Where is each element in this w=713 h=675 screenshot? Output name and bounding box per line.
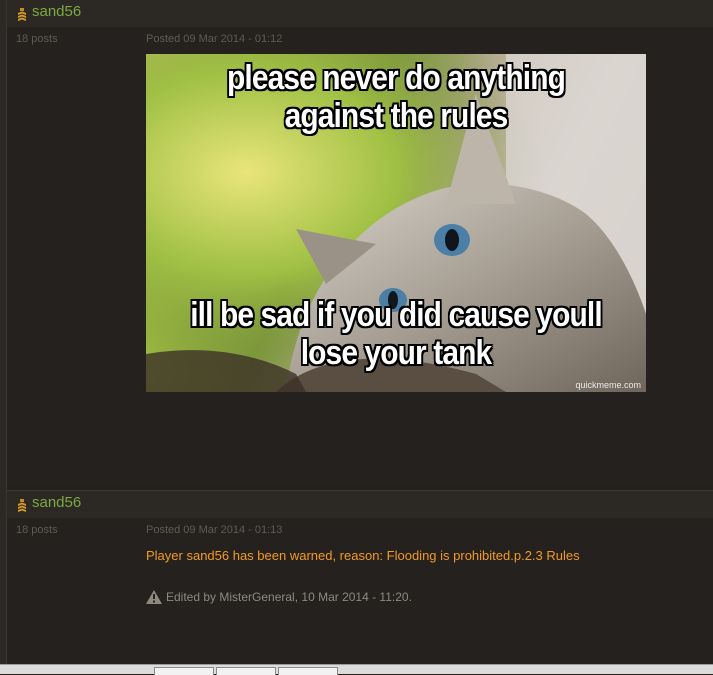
author-link[interactable]: sand56 bbox=[32, 494, 81, 511]
post-date: Posted 09 Mar 2014 - 01:13 bbox=[146, 524, 283, 536]
taskbar-tab[interactable] bbox=[154, 667, 214, 675]
edited-text: Edited by MisterGeneral, 10 Mar 2014 - 1… bbox=[166, 590, 412, 604]
meme-top-text: please never do anything against the rul… bbox=[226, 59, 566, 135]
warning-triangle-icon bbox=[146, 590, 162, 604]
post-body: 18 posts Posted 09 Mar 2014 - 01:12 plea… bbox=[7, 27, 713, 487]
post-header: sand56 bbox=[7, 0, 713, 28]
post-date: Posted 09 Mar 2014 - 01:12 bbox=[146, 33, 283, 45]
post-header: sand56 bbox=[7, 490, 713, 519]
rank-chevron-icon bbox=[18, 8, 26, 21]
post-body: 18 posts Posted 09 Mar 2014 - 01:13 Play… bbox=[7, 518, 713, 664]
meme-watermark: quickmeme.com bbox=[575, 380, 641, 390]
rank-chevron-icon bbox=[18, 499, 26, 512]
meme-image: please never do anything against the rul… bbox=[146, 54, 646, 392]
post-count: 18 posts bbox=[16, 33, 58, 45]
warning-message: Player sand56 has been warned, reason: F… bbox=[146, 548, 580, 563]
edited-note: Edited by MisterGeneral, 10 Mar 2014 - 1… bbox=[146, 590, 412, 604]
left-border bbox=[0, 0, 7, 664]
author-link[interactable]: sand56 bbox=[32, 3, 81, 20]
post-count: 18 posts bbox=[16, 524, 58, 536]
meme-bottom-text: ill be sad if you did cause youll lose y… bbox=[190, 296, 602, 372]
taskbar-tab[interactable] bbox=[278, 667, 338, 675]
forum-thread: sand56 18 posts Posted 09 Mar 2014 - 01:… bbox=[0, 0, 713, 664]
taskbar-tab[interactable] bbox=[216, 667, 276, 675]
